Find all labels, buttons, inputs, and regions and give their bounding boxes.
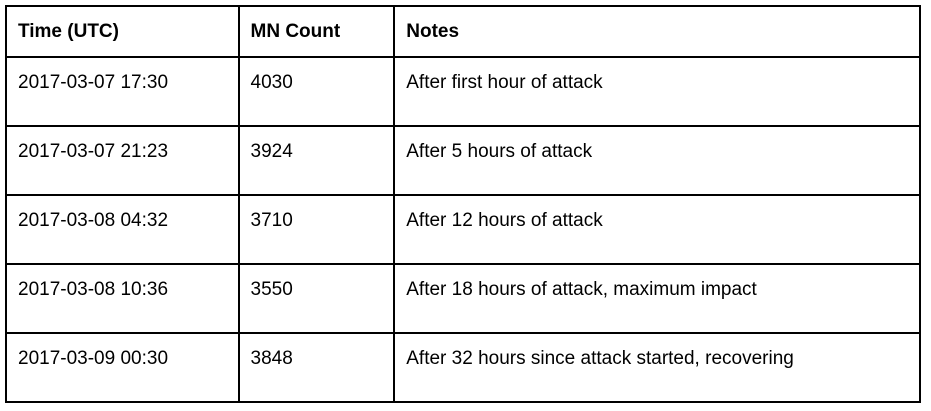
cell-time: 2017-03-08 10:36 [5,263,240,334]
cell-notes: After 32 hours since attack started, rec… [393,332,921,403]
cell-time: 2017-03-07 21:23 [5,125,240,196]
header-time: Time (UTC) [5,5,240,58]
header-mn-count: MN Count [237,5,396,58]
cell-notes: After 5 hours of attack [393,125,921,196]
cell-time: 2017-03-08 04:32 [5,194,240,265]
cell-mn-count: 3550 [237,263,396,334]
cell-mn-count: 4030 [237,56,396,127]
cell-mn-count: 3710 [237,194,396,265]
cell-notes: After 18 hours of attack, maximum impact [393,263,921,334]
table-row: 2017-03-09 00:30 3848 After 32 hours sin… [5,332,921,403]
cell-notes: After first hour of attack [393,56,921,127]
table-row: 2017-03-07 21:23 3924 After 5 hours of a… [5,125,921,196]
cell-notes: After 12 hours of attack [393,194,921,265]
header-row: Time (UTC) MN Count Notes [5,5,921,58]
cell-time: 2017-03-07 17:30 [5,56,240,127]
cell-mn-count: 3848 [237,332,396,403]
table-row: 2017-03-08 04:32 3710 After 12 hours of … [5,194,921,265]
table-row: 2017-03-07 17:30 4030 After first hour o… [5,56,921,127]
mn-count-table: Time (UTC) MN Count Notes 2017-03-07 17:… [5,5,921,403]
table-row: 2017-03-08 10:36 3550 After 18 hours of … [5,263,921,334]
cell-mn-count: 3924 [237,125,396,196]
header-notes: Notes [393,5,921,58]
cell-time: 2017-03-09 00:30 [5,332,240,403]
